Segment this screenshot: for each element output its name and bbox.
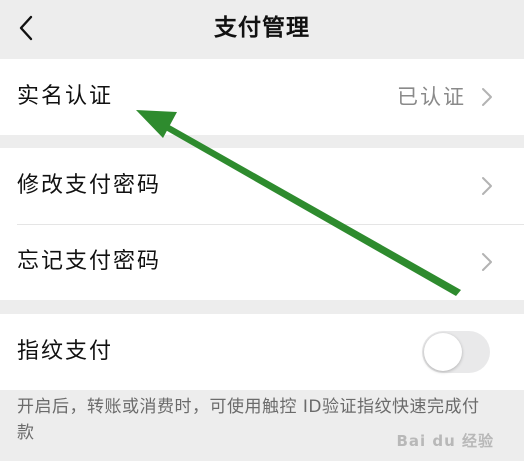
verification-group: 实名认证 已认证 bbox=[0, 59, 524, 135]
forgot-payment-password-label: 忘记支付密码 bbox=[17, 249, 162, 274]
verification-status: 已认证 bbox=[397, 85, 466, 109]
real-name-verification-item[interactable]: 实名认证 已认证 bbox=[0, 59, 524, 135]
real-name-verification-label: 实名认证 bbox=[17, 84, 114, 109]
fingerprint-payment-item: 指纹支付 bbox=[0, 314, 524, 390]
fingerprint-group: 指纹支付 bbox=[0, 314, 524, 390]
fingerprint-payment-label: 指纹支付 bbox=[17, 339, 114, 364]
chevron-right-icon bbox=[482, 177, 492, 195]
page-title: 支付管理 bbox=[214, 15, 310, 41]
chevron-right-icon bbox=[482, 88, 492, 106]
change-payment-password-item[interactable]: 修改支付密码 bbox=[0, 148, 524, 224]
fingerprint-payment-toggle[interactable] bbox=[422, 331, 490, 373]
chevron-right-icon bbox=[482, 253, 492, 271]
change-payment-password-label: 修改支付密码 bbox=[17, 173, 162, 198]
password-group: 修改支付密码 忘记支付密码 bbox=[0, 148, 524, 300]
navigation-bar: 支付管理 bbox=[0, 0, 524, 56]
toggle-knob bbox=[424, 333, 462, 371]
forgot-payment-password-item[interactable]: 忘记支付密码 bbox=[0, 224, 524, 300]
baidu-watermark: Bai du 经验 bbox=[396, 432, 494, 450]
